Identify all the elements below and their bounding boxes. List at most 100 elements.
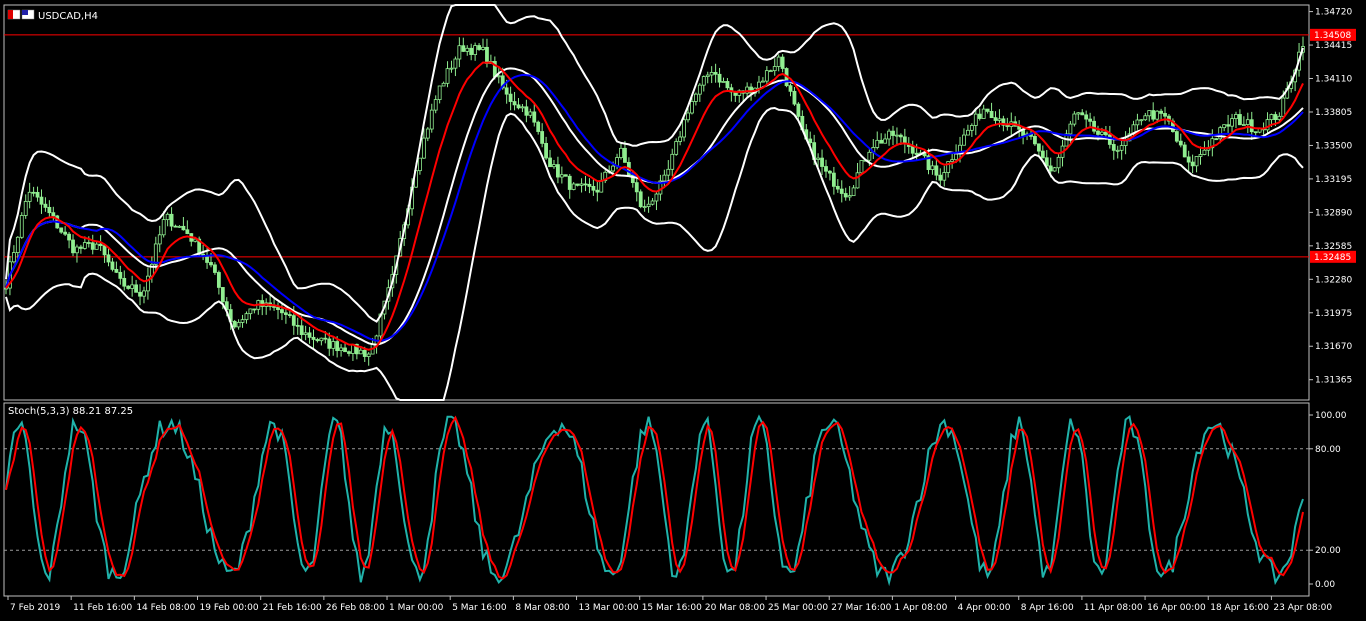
candle-body <box>824 166 828 172</box>
candle-body <box>914 152 919 155</box>
candle-body <box>481 46 485 50</box>
candle-body <box>650 200 655 205</box>
candle-body <box>453 58 458 69</box>
candle-body <box>35 192 40 198</box>
time-tick-label: 21 Feb 16:00 <box>263 603 322 613</box>
time-tick-label: 8 Mar 08:00 <box>515 603 570 613</box>
candle-body <box>1194 156 1199 167</box>
candle-body <box>887 130 891 140</box>
candle-body <box>1147 110 1152 117</box>
candle-body <box>1222 124 1227 129</box>
candle-body <box>1080 112 1085 116</box>
candle-body <box>792 90 797 105</box>
candle-body <box>579 183 584 186</box>
candle-body <box>930 165 935 170</box>
time-tick-label: 4 Apr 00:00 <box>958 603 1011 613</box>
candle-body <box>433 99 438 111</box>
candle-body <box>23 201 28 216</box>
candle-body <box>674 141 679 155</box>
candle-body <box>634 182 639 193</box>
candle-body <box>544 142 548 159</box>
candle-body <box>181 225 186 231</box>
candle-body <box>457 45 462 60</box>
candle-body <box>134 284 138 293</box>
candle-body <box>1155 110 1160 120</box>
candle-body <box>682 119 686 138</box>
candle-body <box>461 45 466 52</box>
candle-body <box>666 168 671 176</box>
candle-body <box>1084 114 1089 120</box>
candle-body <box>236 322 241 328</box>
candle-body <box>942 172 947 181</box>
candle-body <box>701 76 706 86</box>
ma-fast-line <box>5 61 1304 351</box>
candle-body <box>441 82 446 87</box>
candle-body <box>1100 131 1104 135</box>
time-axis[interactable]: 7 Feb 2019 11 Feb 16:00 14 Feb 08:00 19 Feb… <box>7 596 1332 613</box>
moving-averages <box>5 61 1304 351</box>
candle-body <box>552 164 556 168</box>
chart-canvas[interactable]: 1.34720 1.34415 1.34110 1.33805 1.33500 1.331… <box>0 0 1366 621</box>
candle-body <box>859 160 864 174</box>
candle-body <box>516 104 521 109</box>
candle-body <box>611 165 616 172</box>
bollinger-bands <box>5 4 1304 401</box>
time-tick-label: 11 Feb 16:00 <box>73 603 132 613</box>
stochastic-axis[interactable]: 100.00 80.00 20.00 0.00 <box>1309 411 1347 590</box>
candle-body <box>418 157 422 172</box>
candle-body <box>910 146 915 154</box>
candle-body <box>67 233 71 241</box>
candle-body <box>642 206 647 209</box>
candle-body <box>477 45 481 50</box>
candle-body <box>110 261 115 270</box>
candle-body <box>559 174 564 178</box>
candle-body <box>1103 131 1108 136</box>
candle-body <box>595 189 600 193</box>
candle-body <box>323 337 328 340</box>
candle-body <box>335 341 340 352</box>
candle-body <box>847 195 852 198</box>
price-tick-label: 1.32890 <box>1315 208 1352 218</box>
candle-body <box>63 231 68 235</box>
candle-body <box>587 183 592 187</box>
candle-body <box>126 285 131 289</box>
candle-body <box>343 347 347 353</box>
candle-body <box>118 271 123 279</box>
candle-body <box>1005 124 1010 127</box>
candle-body <box>981 108 986 119</box>
price-tag-label: 1.32485 <box>1314 253 1351 263</box>
price-tick-label: 1.33805 <box>1315 108 1352 118</box>
candle-body <box>1186 156 1191 163</box>
candle-body <box>831 172 836 187</box>
candle-body <box>272 305 276 308</box>
price-axis[interactable]: 1.34720 1.34415 1.34110 1.33805 1.33500 1.331… <box>1309 8 1352 386</box>
candle-body <box>619 147 623 158</box>
candle-body <box>291 315 296 326</box>
candle-body <box>540 131 545 144</box>
candle-body <box>1245 119 1250 125</box>
candle-body <box>295 324 300 327</box>
candle-body <box>1190 161 1195 167</box>
candle-body <box>15 236 20 253</box>
price-tick-label: 1.32280 <box>1315 275 1352 285</box>
candle-body <box>102 245 107 256</box>
candle-body <box>575 183 580 186</box>
time-tick-label: 18 Apr 16:00 <box>1210 603 1269 613</box>
price-tick-label: 1.31365 <box>1315 376 1352 386</box>
candle-body <box>445 68 450 84</box>
candle-body <box>1226 124 1230 127</box>
candle-body <box>82 242 87 249</box>
candle-body <box>240 319 245 323</box>
candle-body <box>989 110 994 119</box>
time-tick-label: 23 Apr 08:00 <box>1273 603 1332 613</box>
candle-body <box>421 137 426 159</box>
candle-body <box>19 215 24 238</box>
symbol-header: USDCAD,H4 <box>7 9 98 22</box>
candle-body <box>425 128 430 139</box>
candle-body <box>1048 165 1053 172</box>
candle-body <box>303 332 308 335</box>
candle-body <box>950 159 955 162</box>
candle-body <box>1253 131 1258 134</box>
candle-body <box>1277 115 1282 121</box>
flag-stripe <box>22 10 28 15</box>
